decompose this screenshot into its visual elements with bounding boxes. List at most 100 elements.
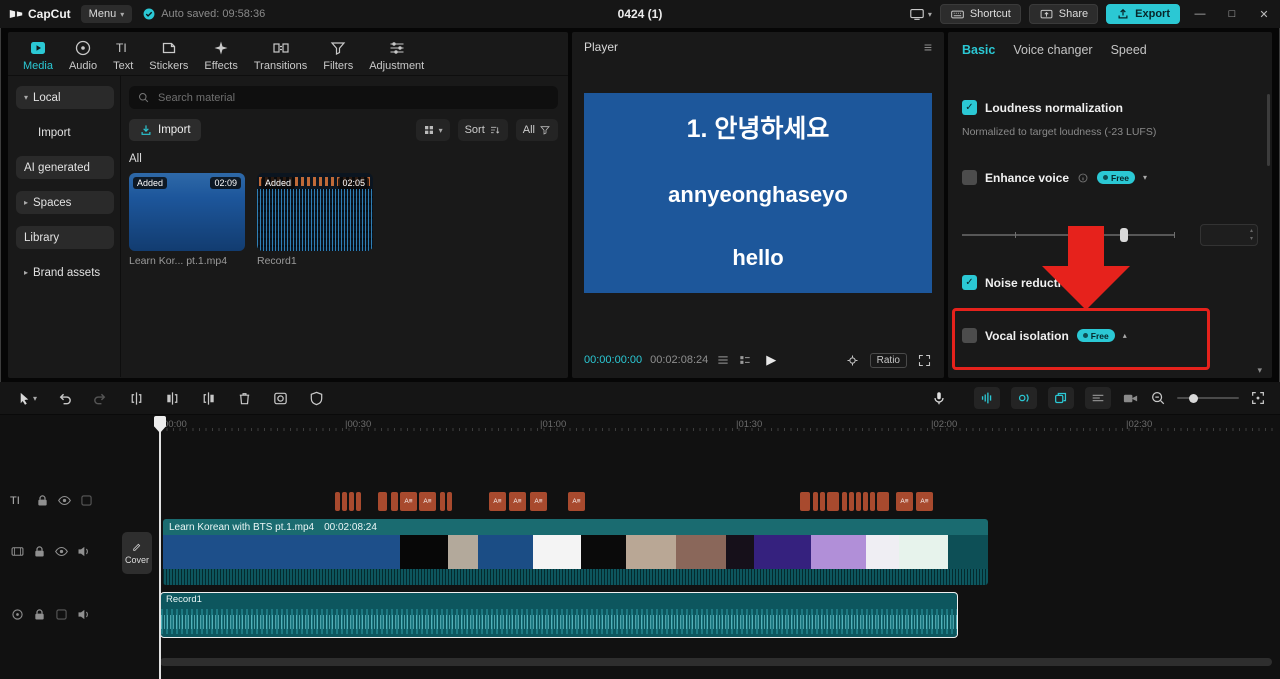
mask-button[interactable] [272,390,289,407]
caret-up-icon[interactable]: ▴ [1123,331,1127,340]
play-button[interactable]: ▶ [766,352,776,368]
caption-clip[interactable]: A≡ [489,492,506,511]
video-preview[interactable]: 1. 안녕하세요 annyeonghaseyo hello [584,93,932,293]
tab-basic[interactable]: Basic [962,43,995,57]
empty-toggle-icon[interactable] [54,607,69,622]
text-clip-segment[interactable] [356,492,361,511]
speaker-icon[interactable] [76,544,91,559]
audio-waveform-button[interactable] [974,387,1000,409]
audio-clip-selected[interactable]: Record1 [160,592,958,638]
fullscreen-icon[interactable] [917,353,932,368]
loudness-checkbox[interactable]: ✓ [962,100,977,115]
search-bar[interactable] [129,86,558,109]
filter-button[interactable]: All [515,119,558,141]
import-button[interactable]: Import [129,119,201,141]
ribbon-tab-stickers[interactable]: Stickers [142,37,195,74]
export-button[interactable]: Export [1106,4,1180,24]
lock-icon[interactable] [32,544,47,559]
lock-icon[interactable] [35,493,50,508]
text-clip-segment[interactable] [842,492,847,511]
display-mode-button[interactable]: ▾ [909,6,932,22]
text-clip-segment[interactable] [820,492,825,511]
ratio-button[interactable]: Ratio [869,352,907,368]
text-clip-segment[interactable] [863,492,868,511]
delete-left-button[interactable] [164,390,181,407]
search-input[interactable] [156,90,550,105]
select-tool-button[interactable]: ▾ [16,390,37,407]
caption-clip[interactable]: A≡ [896,492,913,511]
sidebar-item-library[interactable]: Library [16,226,114,249]
text-clip-segment[interactable] [870,492,875,511]
caption-clip[interactable]: A≡ [916,492,933,511]
ribbon-tab-text[interactable]: TI Text [106,37,140,74]
frame-view-icon[interactable] [716,353,730,367]
layers-button[interactable] [1048,387,1074,409]
stepper-arrows[interactable]: ▴ ▾ [1250,227,1253,243]
text-clip-segment[interactable] [877,492,889,511]
ribbon-tab-adjustment[interactable]: Adjustment [362,37,431,74]
text-clip-segment[interactable] [391,492,398,511]
caption-clip[interactable]: A≡ [509,492,526,511]
share-button[interactable]: Share [1028,4,1099,24]
text-clip-segment[interactable] [849,492,854,511]
record-voiceover-button[interactable] [931,390,947,406]
sidebar-item-brand-assets[interactable]: ▸ Brand assets [16,261,114,284]
ribbon-tab-transitions[interactable]: Transitions [247,37,314,74]
ribbon-tab-media[interactable]: Media [16,37,60,74]
timeline-horizontal-scrollbar[interactable] [160,658,1272,666]
frame-list-icon[interactable] [738,353,752,367]
delete-right-button[interactable] [200,390,217,407]
caption-clip[interactable]: A≡ [568,492,585,511]
enhance-voice-checkbox[interactable] [962,170,977,185]
text-clip-segment[interactable] [813,492,818,511]
close-button[interactable]: ✕ [1252,8,1276,21]
text-clip-segment[interactable] [827,492,839,511]
menu-button[interactable]: Menu ▾ [80,5,133,23]
media-item-video[interactable]: Added 02:09 Learn Kor... pt.1.mp4 [129,173,245,267]
text-clip-segment[interactable] [378,492,387,511]
zoom-fit-icon[interactable] [1250,390,1266,406]
minimize-button[interactable]: — [1188,8,1212,20]
undo-button[interactable] [56,390,73,407]
eye-icon[interactable] [57,493,72,508]
split-button[interactable] [128,390,145,407]
caption-clip[interactable]: A≡ [419,492,436,511]
sidebar-item-local[interactable]: ▾ Local [16,86,114,109]
video-clip[interactable]: Learn Korean with BTS pt.1.mp4 00:02:08:… [163,519,988,585]
empty-toggle-icon[interactable] [79,493,94,508]
text-clip-segment[interactable] [447,492,452,511]
text-clip-segment[interactable] [349,492,354,511]
maximize-button[interactable]: □ [1220,8,1244,20]
slider-handle[interactable] [1120,228,1128,242]
enhance-strength-input[interactable]: ▴ ▾ [1200,224,1258,246]
ribbon-tab-audio[interactable]: Audio [62,37,104,74]
text-clip-segment[interactable] [856,492,861,511]
delete-button[interactable] [236,390,253,407]
zoom-slider-handle[interactable] [1189,393,1198,403]
text-clip-segment[interactable] [335,492,340,511]
lock-icon[interactable] [32,607,47,622]
caret-down-icon[interactable]: ▾ [1143,173,1147,182]
voice-effect-button[interactable] [1011,387,1037,409]
media-item-audio[interactable]: Added 02:05 Record1 [257,173,373,267]
preview-camera-button[interactable] [1122,390,1139,407]
cover-button[interactable]: Cover [122,532,152,574]
ruler-ticks[interactable] [160,428,1274,431]
ribbon-tab-filters[interactable]: Filters [316,37,360,74]
tracks-list-button[interactable] [1085,387,1111,409]
text-clip-segment[interactable] [342,492,347,511]
text-clip-segment[interactable] [800,492,810,511]
vocal-isolation-checkbox[interactable] [962,328,977,343]
scroll-more-icon[interactable]: ▾ [1257,365,1262,376]
caption-clip[interactable]: A≡ [400,492,417,511]
view-mode-button[interactable]: ▾ [415,119,450,141]
shield-button[interactable] [308,390,325,407]
redo-button[interactable] [92,390,109,407]
ribbon-tab-effects[interactable]: Effects [197,37,244,74]
enhance-strength-slider[interactable] [962,228,1175,242]
snapshot-icon[interactable] [845,353,860,368]
panel-scrollbar[interactable] [1267,94,1270,166]
speaker-icon[interactable] [76,607,91,622]
text-clip-segment[interactable] [440,492,445,511]
tab-voice-changer[interactable]: Voice changer [1013,43,1092,57]
